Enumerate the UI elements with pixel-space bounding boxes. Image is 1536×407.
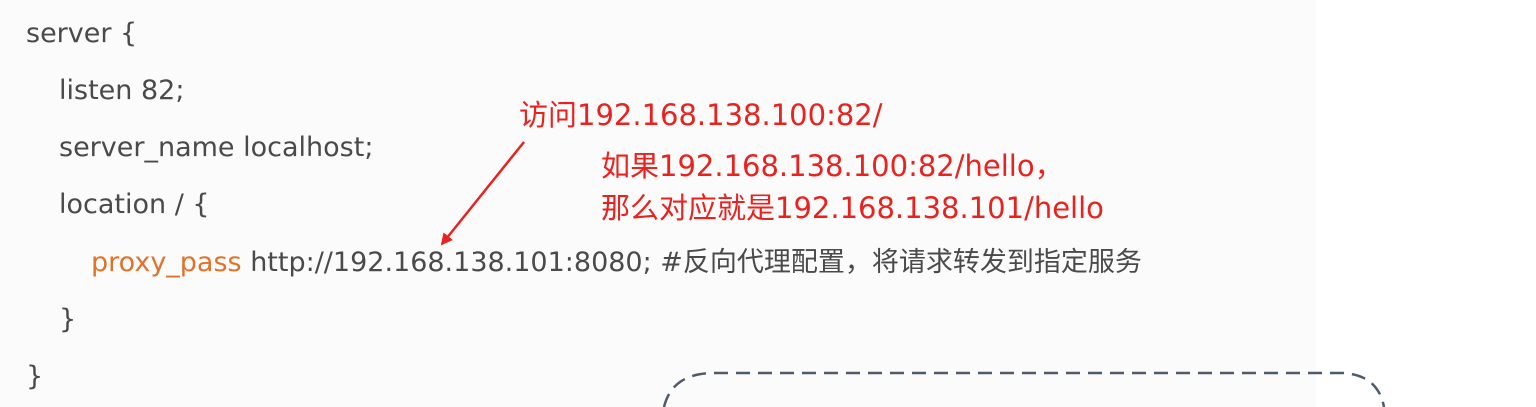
annotation-if: 如果192.168.138.100:82/hello，	[601, 149, 1064, 183]
proxy-pass-value: http://192.168.138.101:8080; #反向代理配置，将请求…	[241, 247, 1142, 278]
code-line-server-name: server_name localhost;	[59, 132, 374, 163]
code-line-location: location / {	[59, 189, 210, 220]
code-line-location-close: }	[59, 304, 77, 335]
proxy-pass-keyword: proxy_pass	[91, 247, 242, 278]
annotation-then: 那么对应就是192.168.138.101/hello	[601, 191, 1104, 225]
code-line-proxy-pass: proxy_pass http://192.168.138.101:8080; …	[91, 249, 1142, 276]
slide-page: server { listen 82; server_name localhos…	[0, 0, 1536, 407]
code-line-server-close: }	[26, 361, 44, 392]
code-line-listen: listen 82;	[59, 75, 185, 106]
annotation-access: 访问192.168.138.100:82/	[519, 98, 883, 132]
code-line-server-open: server {	[26, 18, 138, 49]
